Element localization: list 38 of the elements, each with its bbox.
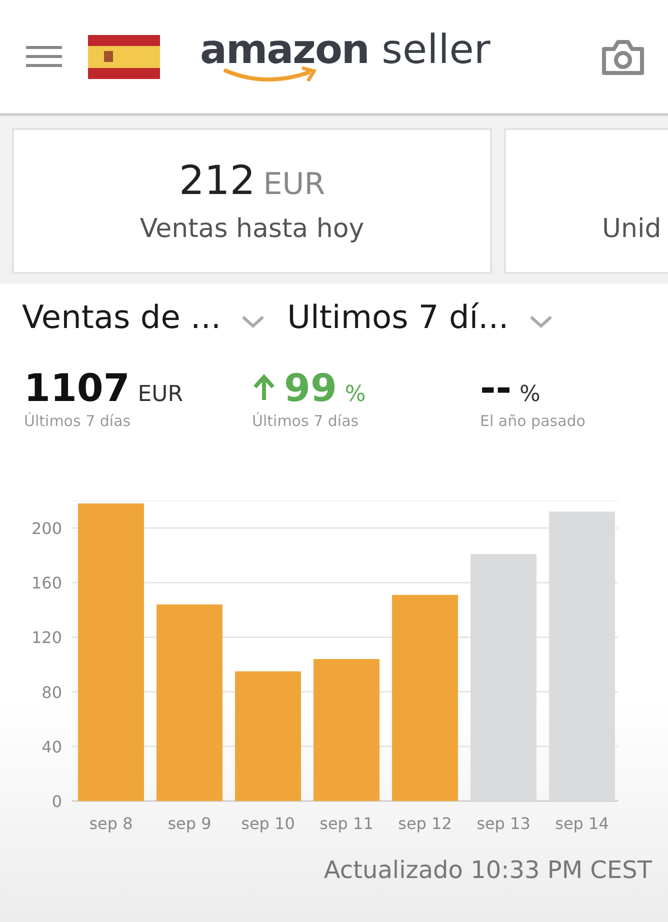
card-label: Ventas hasta hoy [140, 214, 364, 244]
menu-button[interactable] [26, 46, 62, 68]
axis-category-label: sep 10 [241, 814, 295, 833]
dropdown-label: Ultimos 7 dí... [287, 298, 509, 336]
dropdown[interactable]: Ultimos 7 dí... [287, 298, 553, 336]
app-logo: amazon seller [200, 28, 490, 72]
metric-caption: El año pasado [480, 412, 586, 430]
dropdown[interactable]: Ventas de ... [22, 298, 266, 336]
flag-icon[interactable] [88, 34, 160, 78]
axis-category-label: sep 14 [555, 814, 609, 833]
chevron-down-icon [241, 315, 266, 329]
axis-category-label: sep 11 [320, 814, 374, 833]
arrow-up-icon [252, 374, 276, 402]
axis-tick-label: 160 [31, 574, 62, 593]
axis-category-label: sep 12 [398, 814, 452, 833]
metric-caption: Últimos 7 días [24, 412, 132, 430]
axis-tick-label: 0 [52, 792, 62, 811]
axis-category-label: sep 9 [168, 814, 212, 833]
axis-tick-label: 120 [31, 628, 62, 648]
card-amount: 212 [178, 158, 256, 204]
metric-unit: % [520, 382, 540, 407]
menu-icon [26, 46, 62, 68]
updated-time: Actualizado 10:33 PM CEST [324, 856, 652, 884]
metric-value: 1107 [24, 366, 130, 410]
axis-tick-label: 40 [42, 737, 62, 756]
card-currency: EUR [263, 167, 326, 202]
metric-value: -- [480, 366, 512, 410]
dropdown-label: Ventas de ... [22, 298, 222, 336]
metric-unit: EUR [138, 382, 184, 407]
axis-tick-label: 200 [31, 519, 62, 538]
metric-caption: Últimos 7 días [252, 412, 360, 430]
axis-tick-label: 80 [42, 682, 62, 702]
metric-unit: % [344, 382, 366, 407]
card-label: Unid [602, 214, 662, 244]
chevron-down-icon [528, 315, 553, 329]
axis-category-label: sep 8 [89, 814, 133, 833]
metric-value: 99 [284, 366, 337, 410]
axis-category-label: sep 13 [476, 814, 530, 833]
